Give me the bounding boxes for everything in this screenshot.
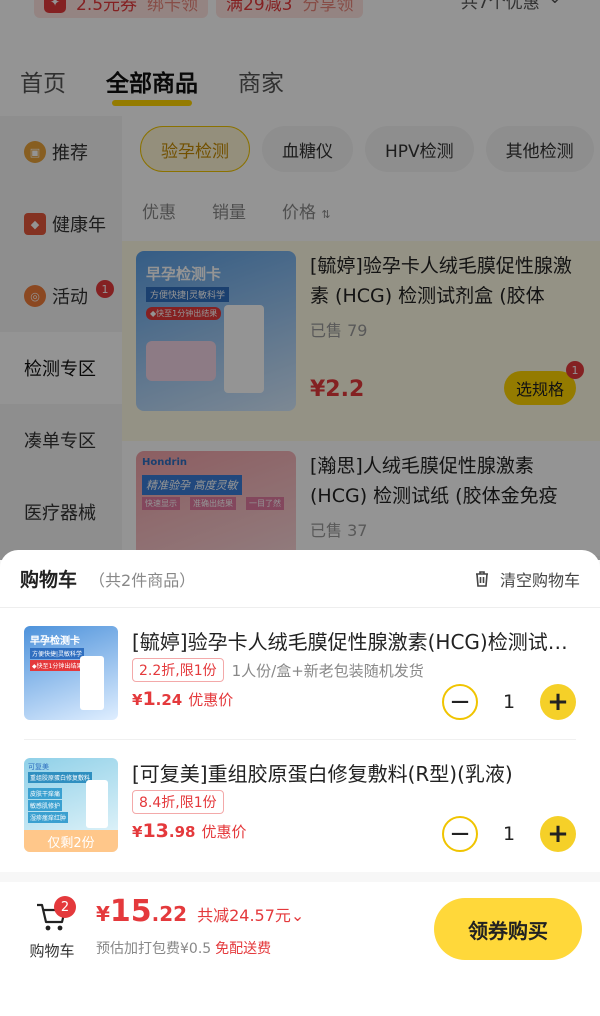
trash-icon xyxy=(475,570,488,587)
decrease-button[interactable]: − xyxy=(442,684,478,720)
cart-item-image: 早孕检测卡 方便快捷|灵敏科学 ◆快至1分钟出结果 xyxy=(24,626,118,720)
stock-tag: 仅剩2份 xyxy=(24,830,118,852)
quantity-value: 1 xyxy=(502,691,516,713)
total-price: ¥15.22 共减24.57元⌄ xyxy=(96,894,305,929)
shipping-info: 预估加打包费¥0.5 免配送费 xyxy=(96,941,272,957)
cart-header: 购物车 （共2件商品） 清空购物车 xyxy=(0,550,600,608)
discount-tag: 2.2折,限1份 xyxy=(132,658,224,682)
cart-item-image: 可复美 重组胶原蛋白修复敷料 皮肤干痒痛 敏感肌修护 湿疹瘙痒红肿 仅剩2份 xyxy=(24,758,118,852)
divider xyxy=(0,872,600,882)
cart-button[interactable]: 2 购物车 xyxy=(22,896,82,961)
cart-title: 购物车 xyxy=(20,569,78,591)
cart-count: （共2件商品） xyxy=(89,570,196,590)
cart-item-title: [毓婷]验孕卡人绒毛膜促性腺激素(HCG)检测试剂盒 xyxy=(132,630,572,654)
cart-item-title: [可复美]重组胶原蛋白修复敷料(R型)(乳液) xyxy=(132,762,513,786)
quantity-stepper: − 1 + xyxy=(442,816,576,852)
cart-item-price: ¥1.24 优惠价 xyxy=(132,688,234,710)
cart-item[interactable]: 早孕检测卡 方便快捷|灵敏科学 ◆快至1分钟出结果 [毓婷]验孕卡人绒毛膜促性腺… xyxy=(24,608,576,740)
overlay-mask[interactable] xyxy=(0,0,600,560)
cart-badge: 2 xyxy=(54,896,76,918)
quantity-value: 1 xyxy=(502,823,516,845)
cart-item[interactable]: 可复美 重组胶原蛋白修复敷料 皮肤干痒痛 敏感肌修护 湿疹瘙痒红肿 仅剩2份 [… xyxy=(24,740,576,872)
discount-detail[interactable]: 共减24.57元⌄ xyxy=(197,902,304,926)
decrease-button[interactable]: − xyxy=(442,816,478,852)
quantity-stepper: − 1 + xyxy=(442,684,576,720)
discount-tag: 8.4折,限1份 xyxy=(132,790,224,814)
cart-item-spec: 1人份/盒+新老包装随机发货 xyxy=(231,661,424,680)
increase-button[interactable]: + xyxy=(540,684,576,720)
cart-label: 购物车 xyxy=(29,942,75,960)
checkout-button[interactable]: 领券购买 xyxy=(434,898,582,960)
cart-item-price: ¥13.98 优惠价 xyxy=(132,820,247,842)
clear-cart-button[interactable]: 清空购物车 xyxy=(472,567,580,591)
chevron-down-icon: ⌄ xyxy=(290,906,305,925)
checkout-bar: 2 购物车 ¥15.22 共减24.57元⌄ 预估加打包费¥0.5 免配送费 领券… xyxy=(0,882,600,1016)
increase-button[interactable]: + xyxy=(540,816,576,852)
